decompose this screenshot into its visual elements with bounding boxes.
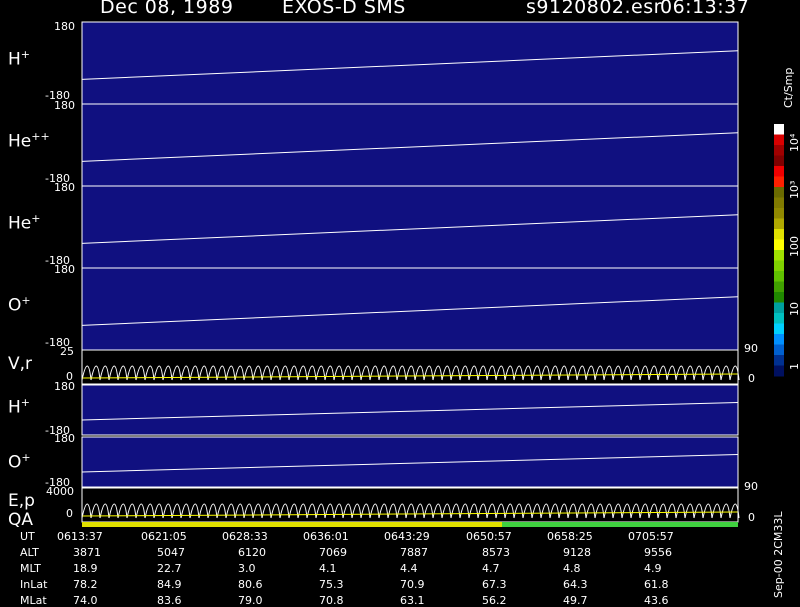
spectrogram-canvas xyxy=(81,21,784,527)
panel-he-plusplus-bg xyxy=(82,104,738,186)
panel-h-plus-1-bg xyxy=(82,22,738,104)
